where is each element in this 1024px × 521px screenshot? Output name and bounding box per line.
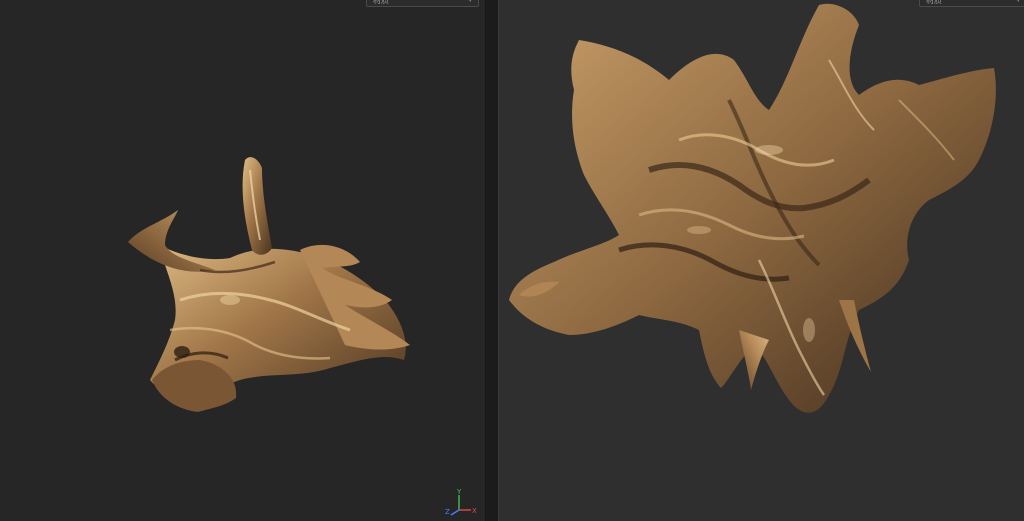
app-window: 材质 ▾ Y X Z 材质 ▾	[0, 0, 1024, 521]
right-viewport[interactable]: 材质 ▾	[499, 0, 1024, 521]
dragon-closeup-sculpt	[509, 3, 996, 413]
viewport-splitter[interactable]	[485, 0, 499, 521]
axis-gizmo-icon: Y X Z	[445, 488, 477, 516]
dragon-head-sculpt	[128, 157, 410, 412]
axis-y-label: Y	[456, 488, 462, 496]
axis-x-label: X	[472, 507, 477, 515]
left-viewport[interactable]: 材质 ▾ Y X Z	[0, 0, 485, 521]
axis-z-line	[450, 509, 460, 516]
axis-z-label: Z	[445, 508, 450, 516]
